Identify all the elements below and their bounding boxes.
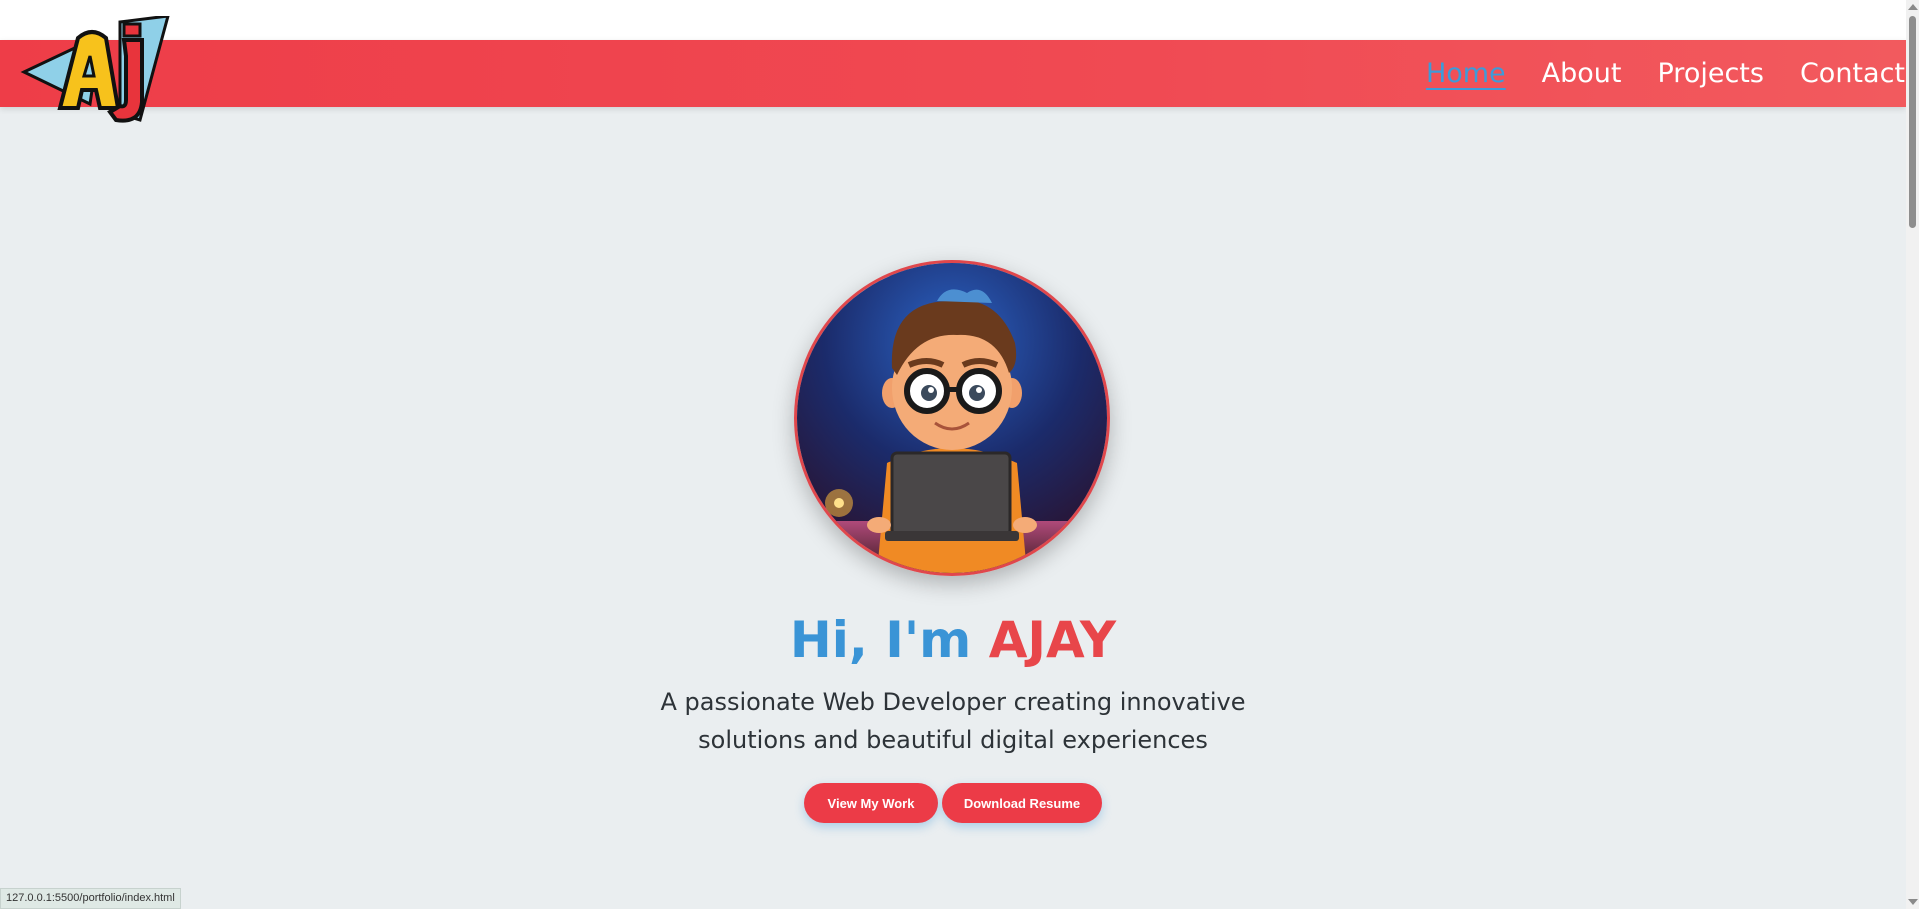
profile-avatar (794, 260, 1110, 576)
hero-buttons: View My Work Download Resume (0, 783, 1906, 823)
hero-greeting: Hi, I'm (789, 611, 989, 669)
nav-link-contact[interactable]: Contact (1800, 58, 1905, 89)
scrollbar-thumb[interactable] (1909, 16, 1916, 228)
aj-logo-icon[interactable] (20, 14, 172, 128)
download-resume-button[interactable]: Download Resume (942, 783, 1102, 823)
scroll-up-arrow-icon[interactable] (1908, 4, 1918, 10)
nav-link-about[interactable]: About (1542, 58, 1622, 89)
top-strip (0, 0, 1906, 40)
nav-link-home[interactable]: Home (1426, 58, 1506, 89)
page: Home About Projects Contact Hi, I'm AJAY… (0, 0, 1919, 909)
scroll-down-arrow-icon[interactable] (1908, 899, 1918, 905)
hero-headline: Hi, I'm AJAY (0, 610, 1906, 670)
status-bar-url: 127.0.0.1:5500/portfolio/index.html (0, 888, 181, 909)
view-my-work-button[interactable]: View My Work (804, 783, 938, 823)
hero-subtitle: A passionate Web Developer creating inno… (660, 688, 1246, 754)
page-scrollbar[interactable] (1906, 0, 1919, 909)
cartoon-developer-avatar (797, 263, 1107, 573)
nav-link-projects[interactable]: Projects (1658, 58, 1764, 89)
hero-name: AJAY (988, 611, 1117, 669)
main-nav: Home About Projects Contact (1426, 40, 1905, 107)
